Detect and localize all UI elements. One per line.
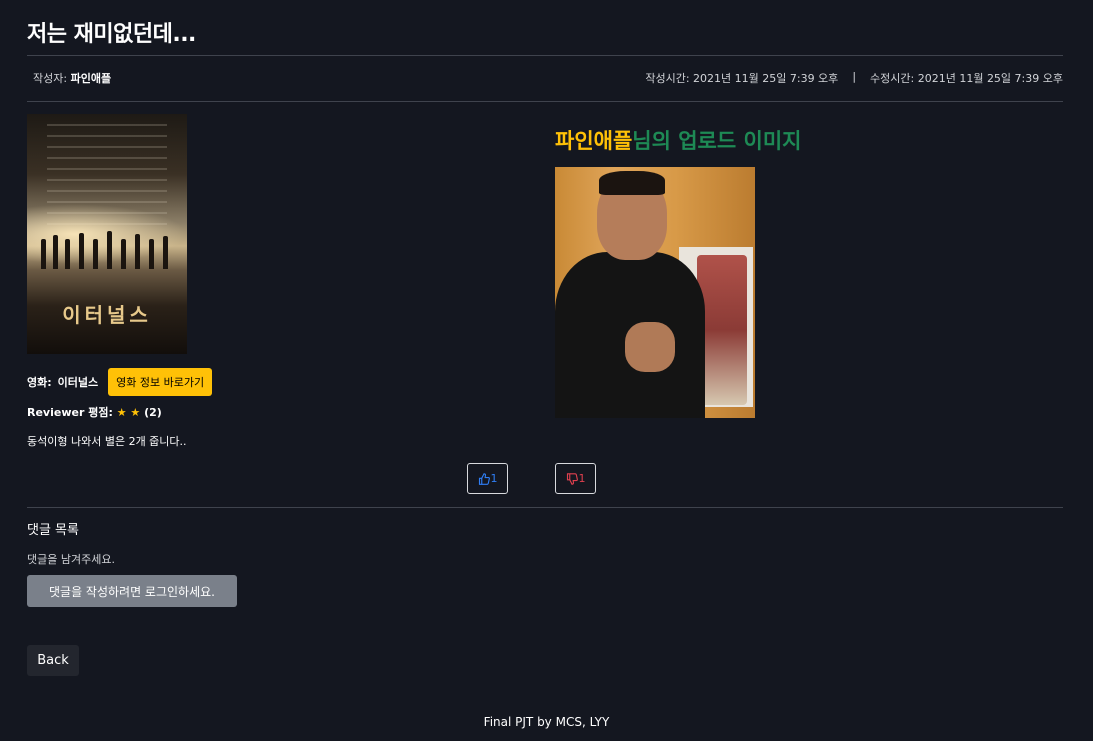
time-separator: | (852, 70, 857, 83)
dislike-button[interactable]: 1 (555, 463, 596, 494)
login-to-comment-button[interactable]: 댓글을 작성하려면 로그인하세요. (27, 575, 237, 607)
comments-empty-text: 댓글을 남겨주세요. (27, 553, 115, 566)
footer-text: Final PJT by MCS, LYY (483, 715, 610, 729)
photo-person (555, 167, 705, 418)
movie-name: 이터널스 (57, 376, 99, 389)
movie-row: 영화: 이터널스 영화 정보 바로가기 (27, 368, 213, 396)
comments-heading: 댓글 목록 (27, 523, 79, 538)
rating-score: (2) (144, 406, 162, 419)
author-name: 파인애플 (70, 72, 112, 85)
rating-label: Reviewer 평점: (27, 406, 113, 419)
rating-row: Reviewer 평점: ★ ★ (2) (27, 404, 162, 420)
movie-poster: 이터널스 (27, 114, 187, 354)
poster-figure (41, 239, 46, 269)
divider (27, 507, 1063, 508)
dislike-count: 1 (578, 472, 586, 485)
photo-fist (625, 322, 675, 372)
rating-stars: ★ ★ (116, 406, 141, 419)
thumbs-down-icon (566, 472, 578, 485)
poster-figure (149, 239, 154, 269)
upload-heading: 파인애플님의 업로드 이미지 (555, 125, 801, 155)
author-label: 작성자: (33, 72, 68, 85)
like-count: 1 (490, 472, 498, 485)
upload-username: 파인애플 (555, 129, 633, 153)
poster-figure (53, 235, 58, 269)
author-info: 작성자: 파인애플 (33, 70, 111, 86)
created-time: 작성시간: 2021년 11월 25일 7:39 오후 (645, 72, 839, 85)
poster-title: 이터널스 (62, 303, 152, 327)
like-button[interactable]: 1 (467, 463, 508, 494)
poster-figure (163, 236, 168, 269)
poster-figure (93, 239, 98, 269)
poster-figure (135, 234, 140, 269)
post-title: 저는 재미없던데... (27, 22, 196, 47)
thumbs-up-icon (478, 472, 490, 485)
review-text: 동석이형 나와서 별은 2개 줍니다.. (27, 435, 187, 448)
photo-hair (599, 171, 665, 195)
poster-figure (65, 239, 70, 269)
divider (27, 55, 1063, 56)
uploaded-image (555, 167, 755, 418)
movie-label: 영화: (27, 376, 52, 389)
updated-time: 수정시간: 2021년 11월 25일 7:39 오후 (870, 72, 1063, 85)
poster-figure (121, 239, 126, 269)
timestamps: 작성시간: 2021년 11월 25일 7:39 오후 | 수정시간: 2021… (645, 70, 1063, 86)
back-button[interactable]: Back (27, 645, 79, 676)
movie-info-button[interactable]: 영화 정보 바로가기 (108, 368, 213, 396)
poster-figure (107, 231, 112, 269)
upload-suffix: 님의 업로드 이미지 (632, 129, 802, 153)
poster-figure (79, 233, 84, 269)
divider (27, 101, 1063, 102)
